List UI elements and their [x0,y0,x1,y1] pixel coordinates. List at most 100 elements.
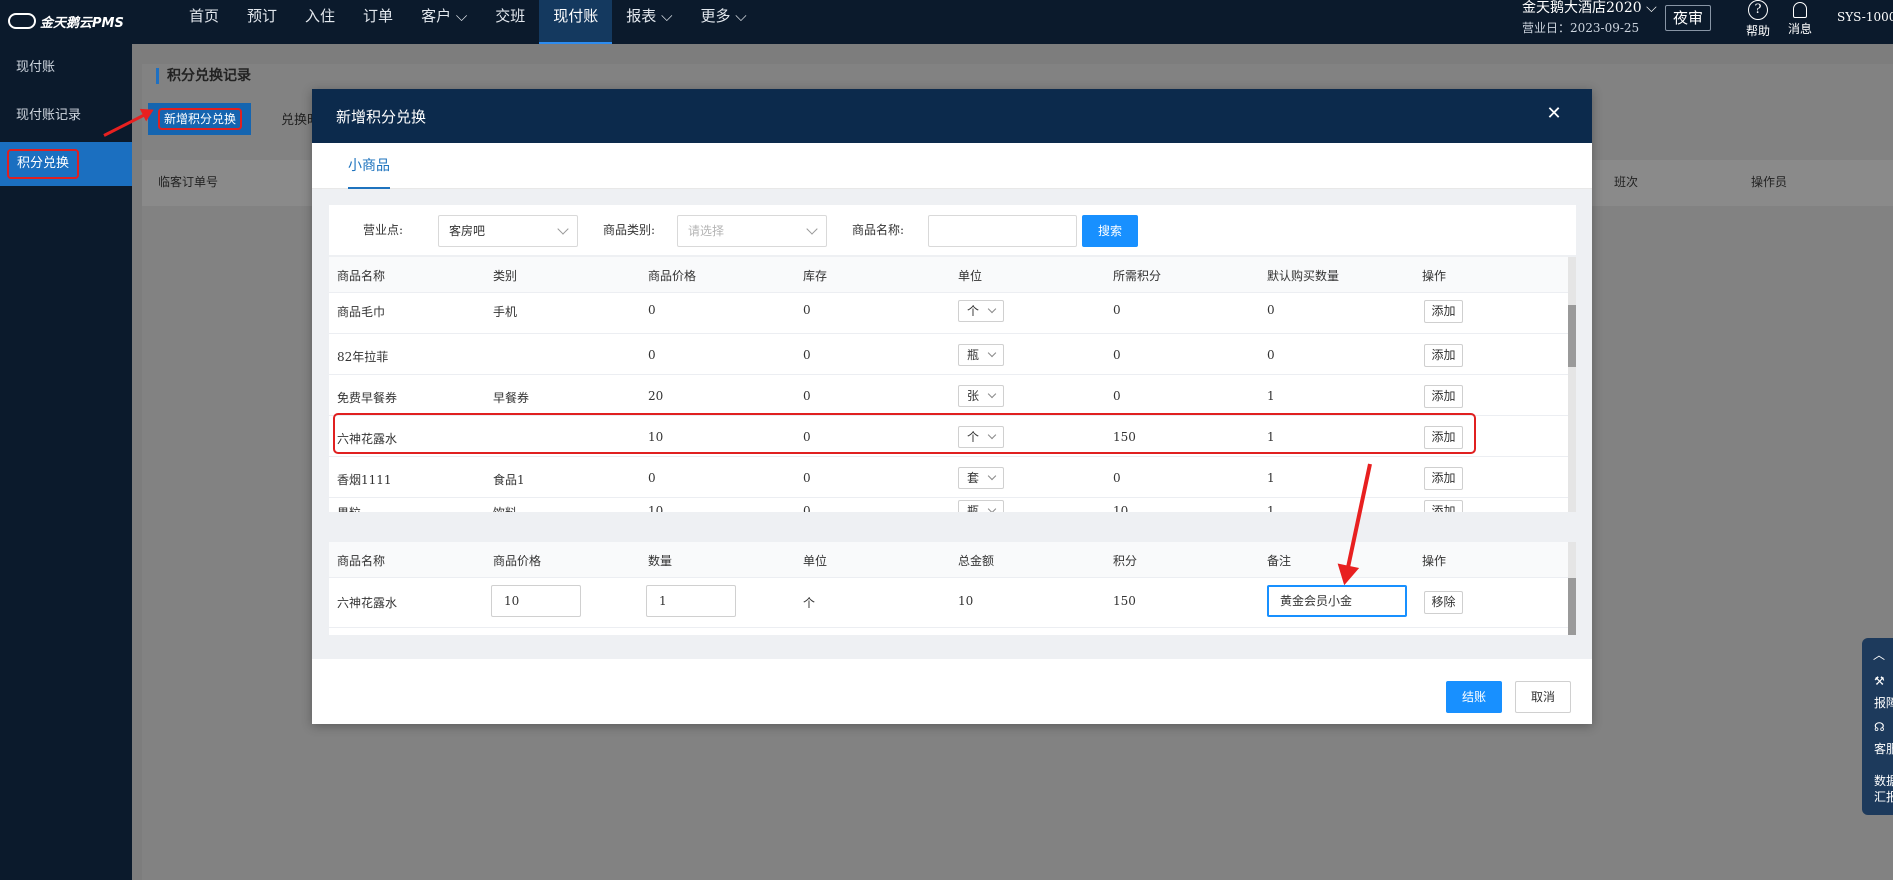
modal-tab-bar: 小商品 [312,143,1592,189]
add-points-exchange-modal: 新增积分兑换 ✕ 小商品 营业点: 客房吧 商品类别: 请选择 商品名称: 搜索… [312,89,1592,724]
cart-unit: 个 [803,596,816,610]
table-row: 香烟1111 食品1 0 0 套 0 1 添加 [329,457,1576,498]
product-price: 0 [648,348,656,362]
category-placeholder: 请选择 [688,224,725,238]
headset-icon: ☊ [1874,720,1885,734]
product-price: 0 [648,303,656,317]
add-button[interactable]: 添加 [1424,300,1463,323]
category-label: 商品类别: [603,223,656,237]
product-stock: 0 [803,471,811,485]
checkout-button[interactable]: 结账 [1446,681,1502,713]
sidebar: 现付账 现付账记录 积分兑换 [0,44,132,880]
cart-table-scrollbar[interactable] [1568,542,1576,635]
product-points: 0 [1113,303,1121,317]
nav-reservation[interactable]: 预订 [233,0,291,44]
unit-value: 套 [967,471,980,485]
top-navbar: 金天鹅云PMS 首页 预订 入住 订单 客户 ⌵ 交班 现付账 报表 ⌵ 更多 … [0,0,1893,44]
product-default-qty: 0 [1267,303,1275,317]
modal-title: 新增积分兑换 [336,108,427,126]
product-name: 香烟1111 [337,473,392,487]
unit-select[interactable]: 张 [958,385,1004,407]
product-table-scrollbar[interactable] [1568,257,1576,512]
night-audit-button[interactable]: 夜审 [1665,5,1711,31]
unit-select[interactable]: 个 [958,300,1004,322]
unit-select[interactable]: 瓶 [958,344,1004,366]
chevron-down-icon [806,223,818,235]
data-report-button[interactable]: 数据 [1874,772,1893,789]
add-button[interactable]: 添加 [1424,500,1463,512]
tab-small-goods[interactable]: 小商品 [348,155,390,189]
data-report-button-line2[interactable]: 汇报 [1874,788,1893,805]
cancel-button[interactable]: 取消 [1515,681,1571,713]
add-button[interactable]: 添加 [1424,344,1463,367]
user-account[interactable]: SYS-10009 [1837,10,1893,24]
nav-customers[interactable]: 客户 ⌵ [407,0,481,44]
header-cell: 单位 [803,554,828,568]
product-category: 饮料 [493,504,517,512]
product-table-header: 商品名称 类别 商品价格 库存 单位 所需积分 默认购买数量 操作 [329,257,1576,293]
bell-icon [1793,2,1807,18]
scrollbar-thumb[interactable] [1568,305,1576,367]
chevron-down-icon [987,348,997,358]
unit-value: 瓶 [967,348,980,362]
product-stock: 0 [803,348,811,362]
nav-home[interactable]: 首页 [175,0,233,44]
customer-service-button[interactable]: 客服 [1874,740,1893,757]
hotel-selector[interactable]: 金天鹅大酒店2020 ⌵ [1522,0,1657,17]
nav-more[interactable]: 更多 ⌵ [686,0,760,44]
nav-orders[interactable]: 订单 [349,0,407,44]
report-fault-button[interactable]: 报障 [1874,694,1893,711]
product-points: 10 [1113,504,1129,512]
column-header: 班次 [1614,175,1639,189]
nav-reports[interactable]: 报表 ⌵ [612,0,686,44]
product-default-qty: 1 [1267,471,1275,485]
outlet-select[interactable]: 客房吧 [438,215,578,247]
sidebar-item-cash-account[interactable]: 现付账 [0,46,132,90]
unit-value: 张 [967,389,980,403]
remove-button[interactable]: 移除 [1424,591,1463,614]
scrollbar-thumb[interactable] [1568,578,1576,635]
page-title: 积分兑换记录 [156,68,251,84]
close-icon[interactable]: ✕ [1544,103,1564,125]
nav-more-label: 更多 [700,7,731,25]
messages-button[interactable]: 消息 [1780,0,1820,37]
add-button-label: 新增积分兑换 [158,108,243,130]
nav-shift[interactable]: 交班 [481,0,539,44]
product-stock: 0 [803,303,811,317]
unit-select[interactable]: 套 [958,467,1004,489]
help-button[interactable]: ? 帮助 [1738,0,1778,39]
chevron-down-icon [987,304,997,314]
header-cell: 商品名称 [337,269,386,283]
product-default-qty: 1 [1267,504,1275,512]
product-name-label: 商品名称: [852,223,905,237]
product-price: 20 [648,389,664,403]
product-category: 食品1 [493,473,525,487]
cart-remark-input[interactable]: 黄金会员小金 [1267,585,1407,617]
header-cell: 备注 [1267,554,1292,568]
product-category: 手机 [493,305,518,319]
nav-cash-account[interactable]: 现付账 [539,0,613,44]
app-logo[interactable]: 金天鹅云PMS [8,8,124,34]
product-name-input[interactable] [928,215,1077,247]
cart-price-input[interactable]: 10 [491,585,581,617]
header-cell: 所需积分 [1113,269,1162,283]
outlet-label: 营业点: [363,223,404,237]
product-stock: 0 [803,504,811,512]
chevron-down-icon [987,504,997,512]
hotel-name: 金天鹅大酒店2020 [1522,0,1642,16]
messages-label: 消息 [1787,22,1812,36]
add-button[interactable]: 添加 [1424,385,1463,408]
search-button[interactable]: 搜索 [1082,215,1138,247]
sidebar-item-points-exchange[interactable]: 积分兑换 [0,142,132,186]
category-select[interactable]: 请选择 [677,215,827,247]
chevron-up-icon[interactable]: ︿ [1873,646,1885,663]
product-name: 商品毛巾 [337,305,386,319]
cart-quantity-input[interactable]: 1 [646,585,736,617]
add-points-exchange-button[interactable]: 新增积分兑换 [148,103,251,135]
unit-select[interactable]: 瓶 [958,500,1004,512]
product-price: 10 [648,504,664,512]
nav-checkin[interactable]: 入住 [291,0,349,44]
product-default-qty: 1 [1267,389,1275,403]
product-points: 0 [1113,471,1121,485]
add-button[interactable]: 添加 [1424,467,1463,490]
